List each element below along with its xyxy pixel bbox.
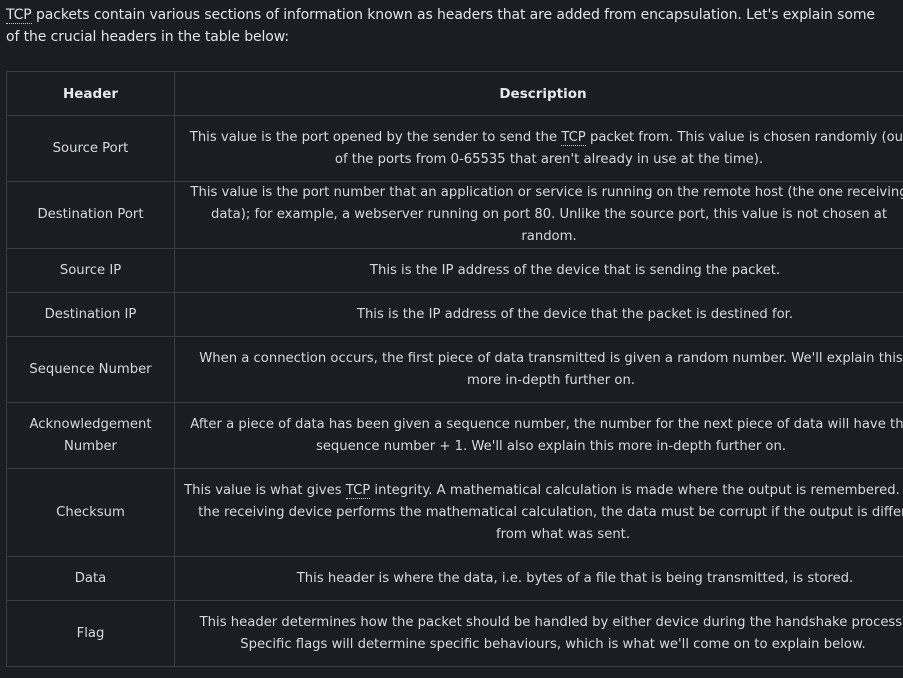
header-cell: Source IP (6, 248, 175, 293)
tcp-headers-table: Header Description Source Port This valu… (6, 71, 903, 667)
table-row: Source IP This is the IP address of the … (6, 248, 903, 293)
description-text: This value is the port number that an ap… (190, 185, 903, 244)
header-cell: Data (6, 556, 175, 601)
tcp-abbreviation: TCP (345, 482, 371, 499)
table-row: Checksum This value is what gives TCP in… (6, 468, 903, 557)
header-cell: Flag (6, 600, 175, 667)
description-text: This header is where the data, i.e. byte… (296, 570, 854, 586)
description-text: This is the IP address of the device tha… (356, 306, 794, 322)
header-cell: Source Port (6, 115, 175, 182)
intro-text: packets contain various sections of info… (6, 7, 875, 45)
table-row: Acknowledgement Number After a piece of … (6, 402, 903, 469)
table-header-row: Header Description (6, 71, 903, 116)
description-text: After a piece of data has been given a s… (190, 416, 903, 454)
description-text: This value is what gives (184, 482, 346, 498)
header-cell: Destination IP (6, 292, 175, 337)
description-cell: This value is the port opened by the sen… (174, 115, 903, 182)
tcp-abbreviation: TCP (6, 7, 32, 24)
header-cell: Checksum (6, 468, 175, 557)
header-cell: Acknowledgement Number (6, 402, 175, 469)
table-row: Flag This header determines how the pack… (6, 600, 903, 667)
description-cell: This is the IP address of the device tha… (174, 292, 903, 337)
description-cell: After a piece of data has been given a s… (174, 402, 903, 469)
description-cell: This header is where the data, i.e. byte… (174, 556, 903, 601)
description-text: When a connection occurs, the first piec… (199, 350, 903, 388)
description-cell: This value is what gives TCP integrity. … (174, 468, 903, 557)
description-text: This is the IP address of the device tha… (369, 262, 781, 278)
header-cell: Sequence Number (6, 336, 175, 403)
column-header-header: Header (6, 71, 175, 116)
description-cell: This is the IP address of the device tha… (174, 248, 903, 293)
table-row: Destination IP This is the IP address of… (6, 292, 903, 337)
description-text: This value is the port opened by the sen… (189, 129, 562, 145)
column-header-description-label: Description (499, 85, 587, 102)
tcp-headers-table-container[interactable]: Header Description Source Port This valu… (6, 71, 903, 667)
description-text: This header determines how the packet sh… (199, 614, 903, 652)
description-cell: This value is the port number that an ap… (174, 181, 903, 249)
tcp-abbreviation: TCP (561, 129, 586, 146)
column-header-description: Description (174, 71, 903, 116)
table-row: Data This header is where the data, i.e.… (6, 556, 903, 601)
table-row: Source Port This value is the port opene… (6, 115, 903, 182)
table-row: Destination Port This value is the port … (6, 181, 903, 249)
table-row: Sequence Number When a connection occurs… (6, 336, 903, 403)
intro-paragraph: TCP packets contain various sections of … (6, 4, 886, 48)
description-cell: When a connection occurs, the first piec… (174, 336, 903, 403)
header-cell: Destination Port (6, 181, 175, 249)
description-cell: This header determines how the packet sh… (174, 600, 903, 667)
